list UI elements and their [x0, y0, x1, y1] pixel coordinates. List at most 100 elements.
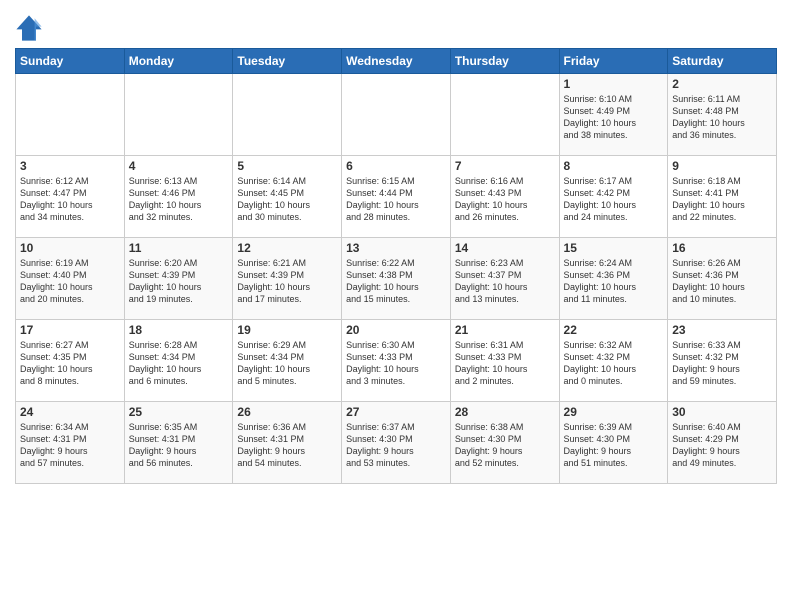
calendar-cell: 15 Sunrise: 6:24 AM Sunset: 4:36 PM Dayli… — [559, 238, 668, 320]
weekday-header: Saturday — [668, 49, 777, 74]
day-number: 12 — [237, 241, 337, 255]
weekday-header: Sunday — [16, 49, 125, 74]
logo-icon — [15, 14, 43, 42]
day-info: Sunrise: 6:20 AM Sunset: 4:39 PM Dayligh… — [129, 257, 229, 306]
calendar-cell: 27Sunrise: 6:37 AM Sunset: 4:30 PM Dayli… — [342, 402, 451, 484]
calendar-week-row: 24 Sunrise: 6:34 AM Sunset: 4:31 PM Dayli… — [16, 402, 777, 484]
calendar-cell: 22 Sunrise: 6:32 AM Sunset: 4:32 PM Dayli… — [559, 320, 668, 402]
day-number: 11 — [129, 241, 229, 255]
day-info: Sunrise: 6:34 AM Sunset: 4:31 PM Dayligh… — [20, 421, 120, 470]
day-number: 10 — [20, 241, 120, 255]
day-info: Sunrise: 6:39 AM Sunset: 4:30 PM Dayligh… — [564, 421, 664, 470]
weekday-header: Friday — [559, 49, 668, 74]
calendar-cell — [124, 74, 233, 156]
day-info: Sunrise: 6:26 AM Sunset: 4:36 PM Dayligh… — [672, 257, 772, 306]
day-info: Sunrise: 6:27 AM Sunset: 4:35 PM Dayligh… — [20, 339, 120, 388]
logo — [15, 14, 45, 42]
calendar-cell: 5 Sunrise: 6:14 AM Sunset: 4:45 PM Daylig… — [233, 156, 342, 238]
day-number: 29 — [564, 405, 664, 419]
calendar-cell: 9 Sunrise: 6:18 AM Sunset: 4:41 PM Daylig… — [668, 156, 777, 238]
calendar-week-row: 17 Sunrise: 6:27 AM Sunset: 4:35 PM Dayli… — [16, 320, 777, 402]
day-info: Sunrise: 6:16 AM Sunset: 4:43 PM Dayligh… — [455, 175, 555, 224]
calendar-cell: 24 Sunrise: 6:34 AM Sunset: 4:31 PM Dayli… — [16, 402, 125, 484]
calendar-cell: 26 Sunrise: 6:36 AM Sunset: 4:31 PM Dayli… — [233, 402, 342, 484]
day-number: 15 — [564, 241, 664, 255]
day-number: 1 — [564, 77, 664, 91]
day-number: 2 — [672, 77, 772, 91]
calendar-cell: 14 Sunrise: 6:23 AM Sunset: 4:37 PM Dayli… — [450, 238, 559, 320]
day-info: Sunrise: 6:31 AM Sunset: 4:33 PM Dayligh… — [455, 339, 555, 388]
day-number: 21 — [455, 323, 555, 337]
calendar-header-row: SundayMondayTuesdayWednesdayThursdayFrid… — [16, 49, 777, 74]
calendar-cell: 12 Sunrise: 6:21 AM Sunset: 4:39 PM Dayli… — [233, 238, 342, 320]
calendar-cell: 21 Sunrise: 6:31 AM Sunset: 4:33 PM Dayli… — [450, 320, 559, 402]
day-info: Sunrise: 6:28 AM Sunset: 4:34 PM Dayligh… — [129, 339, 229, 388]
day-number: 17 — [20, 323, 120, 337]
day-info: Sunrise: 6:14 AM Sunset: 4:45 PM Dayligh… — [237, 175, 337, 224]
day-info: Sunrise: 6:24 AM Sunset: 4:36 PM Dayligh… — [564, 257, 664, 306]
day-number: 5 — [237, 159, 337, 173]
day-info: Sunrise: 6:19 AM Sunset: 4:40 PM Dayligh… — [20, 257, 120, 306]
day-info: Sunrise: 6:13 AM Sunset: 4:46 PM Dayligh… — [129, 175, 229, 224]
day-number: 16 — [672, 241, 772, 255]
calendar-cell: 10 Sunrise: 6:19 AM Sunset: 4:40 PM Dayli… — [16, 238, 125, 320]
calendar-table: SundayMondayTuesdayWednesdayThursdayFrid… — [15, 48, 777, 484]
day-info: Sunrise: 6:38 AM Sunset: 4:30 PM Dayligh… — [455, 421, 555, 470]
calendar-cell: 30Sunrise: 6:40 AM Sunset: 4:29 PM Dayli… — [668, 402, 777, 484]
day-info: Sunrise: 6:12 AM Sunset: 4:47 PM Dayligh… — [20, 175, 120, 224]
day-info: Sunrise: 6:35 AM Sunset: 4:31 PM Dayligh… — [129, 421, 229, 470]
calendar-cell: 18 Sunrise: 6:28 AM Sunset: 4:34 PM Dayli… — [124, 320, 233, 402]
day-number: 4 — [129, 159, 229, 173]
day-number: 22 — [564, 323, 664, 337]
calendar-week-row: 3Sunrise: 6:12 AM Sunset: 4:47 PM Daylig… — [16, 156, 777, 238]
weekday-header: Monday — [124, 49, 233, 74]
header — [15, 10, 777, 42]
calendar-cell: 7 Sunrise: 6:16 AM Sunset: 4:43 PM Daylig… — [450, 156, 559, 238]
calendar-cell: 23 Sunrise: 6:33 AM Sunset: 4:32 PM Dayli… — [668, 320, 777, 402]
weekday-header: Tuesday — [233, 49, 342, 74]
day-info: Sunrise: 6:37 AM Sunset: 4:30 PM Dayligh… — [346, 421, 446, 470]
calendar-week-row: 1 Sunrise: 6:10 AM Sunset: 4:49 PM Daylig… — [16, 74, 777, 156]
day-info: Sunrise: 6:32 AM Sunset: 4:32 PM Dayligh… — [564, 339, 664, 388]
day-number: 24 — [20, 405, 120, 419]
day-number: 23 — [672, 323, 772, 337]
calendar-cell: 11 Sunrise: 6:20 AM Sunset: 4:39 PM Dayli… — [124, 238, 233, 320]
day-number: 9 — [672, 159, 772, 173]
day-info: Sunrise: 6:11 AM Sunset: 4:48 PM Dayligh… — [672, 93, 772, 142]
day-number: 18 — [129, 323, 229, 337]
day-number: 13 — [346, 241, 446, 255]
main-container: SundayMondayTuesdayWednesdayThursdayFrid… — [0, 0, 792, 489]
calendar-cell: 25 Sunrise: 6:35 AM Sunset: 4:31 PM Dayli… — [124, 402, 233, 484]
day-number: 28 — [455, 405, 555, 419]
calendar-week-row: 10 Sunrise: 6:19 AM Sunset: 4:40 PM Dayli… — [16, 238, 777, 320]
calendar-cell — [16, 74, 125, 156]
day-number: 25 — [129, 405, 229, 419]
calendar-cell: 28 Sunrise: 6:38 AM Sunset: 4:30 PM Dayli… — [450, 402, 559, 484]
calendar-cell: 6Sunrise: 6:15 AM Sunset: 4:44 PM Daylig… — [342, 156, 451, 238]
calendar-cell — [450, 74, 559, 156]
day-number: 26 — [237, 405, 337, 419]
calendar-cell: 13 Sunrise: 6:22 AM Sunset: 4:38 PM Dayli… — [342, 238, 451, 320]
calendar-cell: 20 Sunrise: 6:30 AM Sunset: 4:33 PM Dayli… — [342, 320, 451, 402]
day-number: 19 — [237, 323, 337, 337]
day-number: 14 — [455, 241, 555, 255]
day-info: Sunrise: 6:21 AM Sunset: 4:39 PM Dayligh… — [237, 257, 337, 306]
day-info: Sunrise: 6:18 AM Sunset: 4:41 PM Dayligh… — [672, 175, 772, 224]
day-number: 6 — [346, 159, 446, 173]
day-number: 7 — [455, 159, 555, 173]
day-info: Sunrise: 6:30 AM Sunset: 4:33 PM Dayligh… — [346, 339, 446, 388]
day-info: Sunrise: 6:36 AM Sunset: 4:31 PM Dayligh… — [237, 421, 337, 470]
day-number: 20 — [346, 323, 446, 337]
calendar-cell: 3Sunrise: 6:12 AM Sunset: 4:47 PM Daylig… — [16, 156, 125, 238]
calendar-cell: 19Sunrise: 6:29 AM Sunset: 4:34 PM Dayli… — [233, 320, 342, 402]
day-info: Sunrise: 6:23 AM Sunset: 4:37 PM Dayligh… — [455, 257, 555, 306]
calendar-cell: 1 Sunrise: 6:10 AM Sunset: 4:49 PM Daylig… — [559, 74, 668, 156]
calendar-cell: 8Sunrise: 6:17 AM Sunset: 4:42 PM Daylig… — [559, 156, 668, 238]
weekday-header: Wednesday — [342, 49, 451, 74]
day-number: 8 — [564, 159, 664, 173]
day-info: Sunrise: 6:33 AM Sunset: 4:32 PM Dayligh… — [672, 339, 772, 388]
day-info: Sunrise: 6:10 AM Sunset: 4:49 PM Dayligh… — [564, 93, 664, 142]
day-number: 30 — [672, 405, 772, 419]
day-info: Sunrise: 6:22 AM Sunset: 4:38 PM Dayligh… — [346, 257, 446, 306]
calendar-cell — [233, 74, 342, 156]
